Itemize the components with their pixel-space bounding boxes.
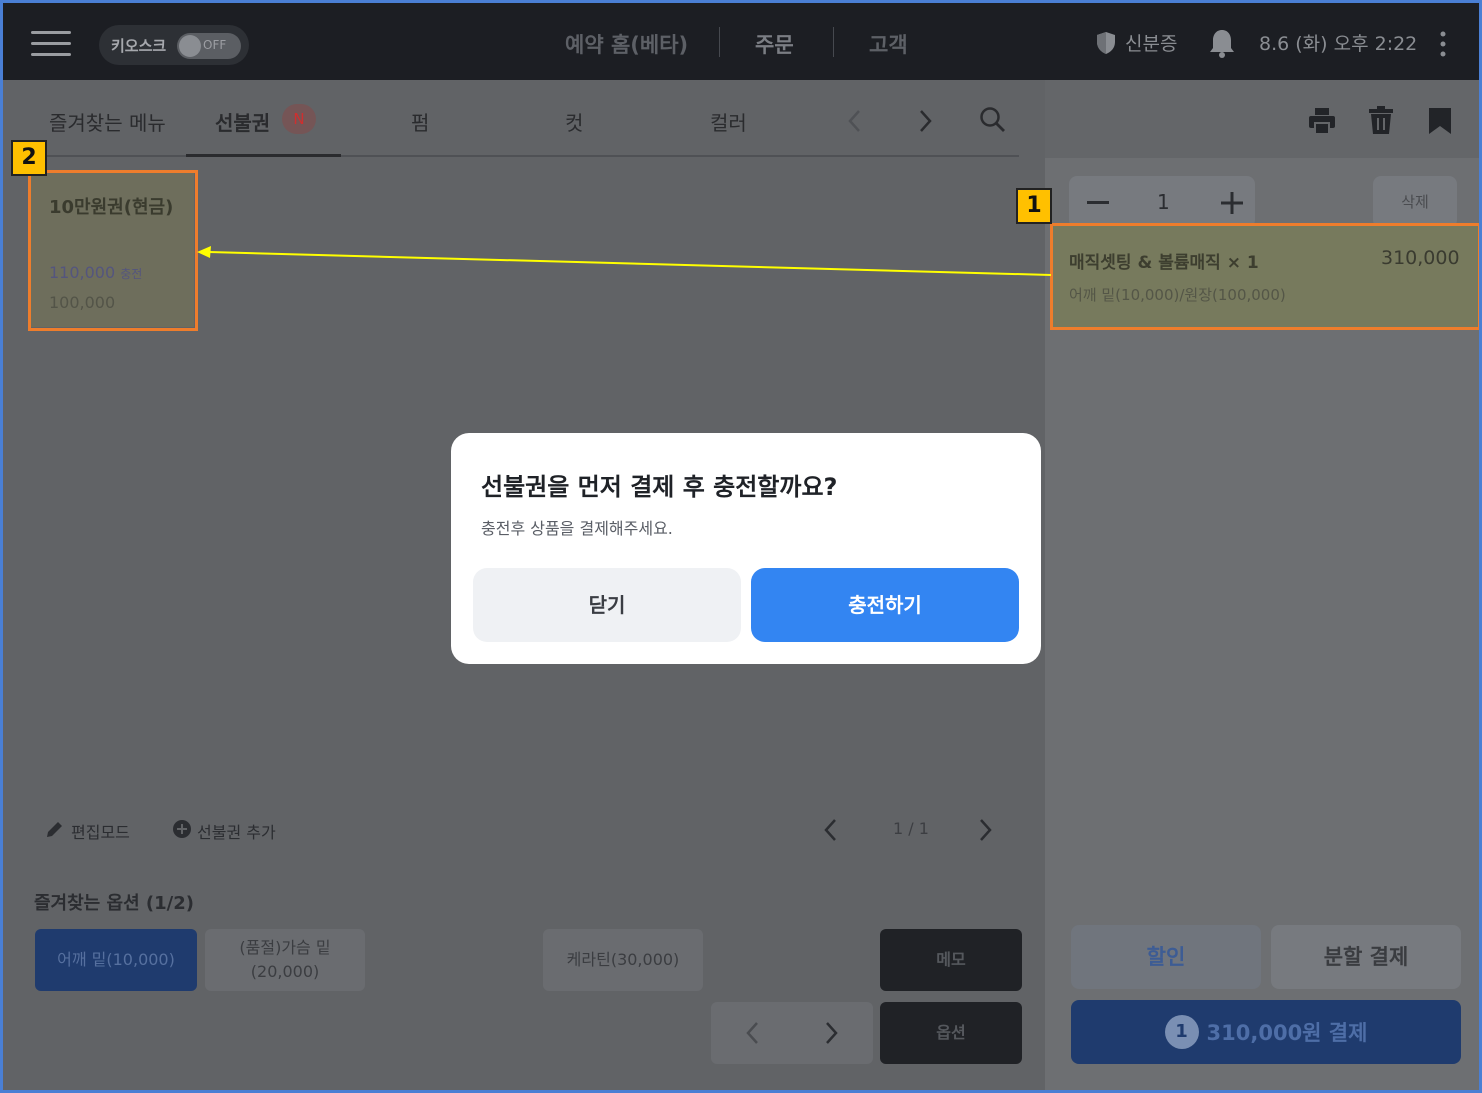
dialog-subtitle: 충전후 상품을 결제해주세요. [481, 519, 673, 538]
dialog-title: 선불권을 먼저 결제 후 충전할까요? [481, 473, 838, 501]
app-window: 키오스크 OFF 예약 홈(베타) 주문 고객 신분증 8.6 (화) 오후 2… [0, 0, 1482, 1093]
confirm-dialog: 선불권을 먼저 결제 후 충전할까요? 충전후 상품을 결제해주세요. 닫기 충… [451, 433, 1041, 664]
close-button[interactable]: 닫기 [473, 568, 741, 642]
charge-button[interactable]: 충전하기 [751, 568, 1019, 642]
